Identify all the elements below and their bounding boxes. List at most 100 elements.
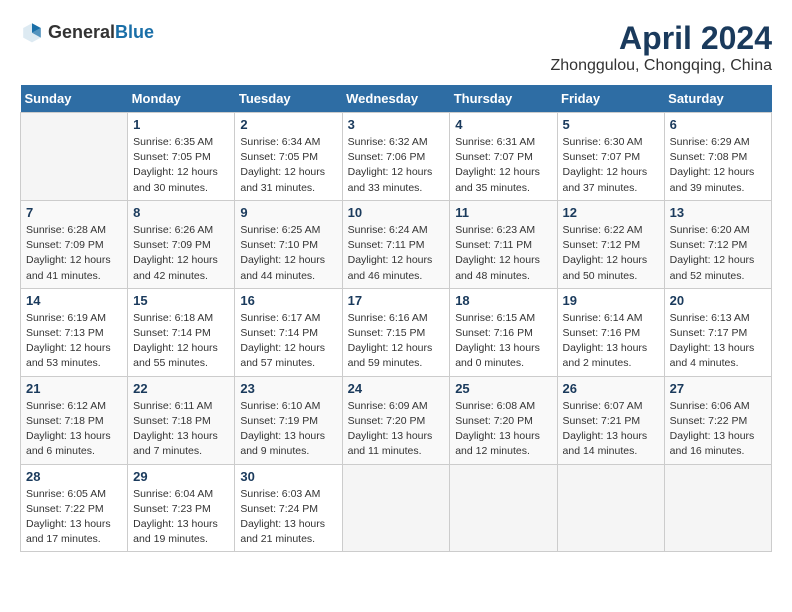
day-number: 9 — [240, 205, 336, 220]
calendar-cell: 11 Sunrise: 6:23 AM Sunset: 7:11 PM Dayli… — [450, 200, 557, 288]
day-number: 10 — [348, 205, 445, 220]
day-info: Sunrise: 6:16 AM Sunset: 7:15 PM Dayligh… — [348, 311, 445, 372]
logo-general: General — [48, 22, 115, 43]
day-info: Sunrise: 6:17 AM Sunset: 7:14 PM Dayligh… — [240, 311, 336, 372]
day-number: 23 — [240, 381, 336, 396]
day-info: Sunrise: 6:29 AM Sunset: 7:08 PM Dayligh… — [670, 135, 766, 196]
calendar-cell — [557, 464, 664, 552]
calendar-cell: 25 Sunrise: 6:08 AM Sunset: 7:20 PM Dayli… — [450, 376, 557, 464]
calendar-cell: 12 Sunrise: 6:22 AM Sunset: 7:12 PM Dayli… — [557, 200, 664, 288]
day-info: Sunrise: 6:22 AM Sunset: 7:12 PM Dayligh… — [563, 223, 659, 284]
day-of-week-header: Monday — [128, 85, 235, 113]
calendar-cell: 27 Sunrise: 6:06 AM Sunset: 7:22 PM Dayli… — [664, 376, 771, 464]
calendar-cell: 8 Sunrise: 6:26 AM Sunset: 7:09 PM Daylig… — [128, 200, 235, 288]
day-number: 25 — [455, 381, 551, 396]
calendar-cell: 17 Sunrise: 6:16 AM Sunset: 7:15 PM Dayli… — [342, 288, 450, 376]
calendar-cell: 4Sunrise: 6:31 AM Sunset: 7:07 PM Daylig… — [450, 113, 557, 201]
calendar-cell: 9 Sunrise: 6:25 AM Sunset: 7:10 PM Daylig… — [235, 200, 342, 288]
day-number: 3 — [348, 117, 445, 132]
day-number: 11 — [455, 205, 551, 220]
calendar-cell — [342, 464, 450, 552]
day-info: Sunrise: 6:34 AM Sunset: 7:05 PM Dayligh… — [240, 135, 336, 196]
header: General Blue April 2024 Zhonggulou, Chon… — [20, 20, 772, 75]
calendar-cell: 24Sunrise: 6:09 AM Sunset: 7:20 PM Dayli… — [342, 376, 450, 464]
day-info: Sunrise: 6:10 AM Sunset: 7:19 PM Dayligh… — [240, 399, 336, 460]
calendar-cell: 18 Sunrise: 6:15 AM Sunset: 7:16 PM Dayli… — [450, 288, 557, 376]
day-of-week-header: Sunday — [21, 85, 128, 113]
day-info: Sunrise: 6:05 AM Sunset: 7:22 PM Dayligh… — [26, 487, 122, 548]
day-info: Sunrise: 6:14 AM Sunset: 7:16 PM Dayligh… — [563, 311, 659, 372]
day-number: 22 — [133, 381, 229, 396]
day-info: Sunrise: 6:13 AM Sunset: 7:17 PM Dayligh… — [670, 311, 766, 372]
day-number: 17 — [348, 293, 445, 308]
logo-text: General Blue — [48, 22, 154, 43]
calendar-cell: 14 Sunrise: 6:19 AM Sunset: 7:13 PM Dayli… — [21, 288, 128, 376]
day-number: 28 — [26, 469, 122, 484]
day-info: Sunrise: 6:06 AM Sunset: 7:22 PM Dayligh… — [670, 399, 766, 460]
calendar-cell: 13 Sunrise: 6:20 AM Sunset: 7:12 PM Dayli… — [664, 200, 771, 288]
day-info: Sunrise: 6:20 AM Sunset: 7:12 PM Dayligh… — [670, 223, 766, 284]
day-number: 27 — [670, 381, 766, 396]
day-number: 15 — [133, 293, 229, 308]
day-info: Sunrise: 6:24 AM Sunset: 7:11 PM Dayligh… — [348, 223, 445, 284]
day-number: 19 — [563, 293, 659, 308]
calendar-cell: 28 Sunrise: 6:05 AM Sunset: 7:22 PM Dayli… — [21, 464, 128, 552]
day-number: 30 — [240, 469, 336, 484]
calendar-cell: 15Sunrise: 6:18 AM Sunset: 7:14 PM Dayli… — [128, 288, 235, 376]
day-info: Sunrise: 6:26 AM Sunset: 7:09 PM Dayligh… — [133, 223, 229, 284]
day-number: 29 — [133, 469, 229, 484]
day-number: 18 — [455, 293, 551, 308]
day-info: Sunrise: 6:28 AM Sunset: 7:09 PM Dayligh… — [26, 223, 122, 284]
calendar-cell: 1 Sunrise: 6:35 AM Sunset: 7:05 PM Daylig… — [128, 113, 235, 201]
calendar-cell — [21, 113, 128, 201]
day-info: Sunrise: 6:35 AM Sunset: 7:05 PM Dayligh… — [133, 135, 229, 196]
logo: General Blue — [20, 20, 154, 44]
day-of-week-header: Saturday — [664, 85, 771, 113]
logo-icon — [20, 20, 44, 44]
calendar-cell: 5Sunrise: 6:30 AM Sunset: 7:07 PM Daylig… — [557, 113, 664, 201]
day-info: Sunrise: 6:08 AM Sunset: 7:20 PM Dayligh… — [455, 399, 551, 460]
main-title: April 2024 — [551, 20, 773, 57]
day-info: Sunrise: 6:30 AM Sunset: 7:07 PM Dayligh… — [563, 135, 659, 196]
day-number: 16 — [240, 293, 336, 308]
day-number: 1 — [133, 117, 229, 132]
day-number: 13 — [670, 205, 766, 220]
calendar-cell: 26Sunrise: 6:07 AM Sunset: 7:21 PM Dayli… — [557, 376, 664, 464]
day-of-week-header: Friday — [557, 85, 664, 113]
day-number: 26 — [563, 381, 659, 396]
subtitle: Zhonggulou, Chongqing, China — [551, 57, 773, 75]
day-info: Sunrise: 6:11 AM Sunset: 7:18 PM Dayligh… — [133, 399, 229, 460]
day-number: 12 — [563, 205, 659, 220]
day-info: Sunrise: 6:19 AM Sunset: 7:13 PM Dayligh… — [26, 311, 122, 372]
calendar-table: SundayMondayTuesdayWednesdayThursdayFrid… — [20, 85, 772, 552]
calendar-week-row: 7 Sunrise: 6:28 AM Sunset: 7:09 PM Daylig… — [21, 200, 772, 288]
calendar-cell: 20 Sunrise: 6:13 AM Sunset: 7:17 PM Dayli… — [664, 288, 771, 376]
day-number: 14 — [26, 293, 122, 308]
day-info: Sunrise: 6:15 AM Sunset: 7:16 PM Dayligh… — [455, 311, 551, 372]
day-number: 20 — [670, 293, 766, 308]
day-of-week-header: Thursday — [450, 85, 557, 113]
day-of-week-header: Wednesday — [342, 85, 450, 113]
logo-blue: Blue — [115, 22, 154, 43]
calendar-cell: 16 Sunrise: 6:17 AM Sunset: 7:14 PM Dayli… — [235, 288, 342, 376]
calendar-week-row: 21Sunrise: 6:12 AM Sunset: 7:18 PM Dayli… — [21, 376, 772, 464]
calendar-week-row: 28 Sunrise: 6:05 AM Sunset: 7:22 PM Dayli… — [21, 464, 772, 552]
calendar-cell: 30Sunrise: 6:03 AM Sunset: 7:24 PM Dayli… — [235, 464, 342, 552]
day-info: Sunrise: 6:25 AM Sunset: 7:10 PM Dayligh… — [240, 223, 336, 284]
day-info: Sunrise: 6:12 AM Sunset: 7:18 PM Dayligh… — [26, 399, 122, 460]
calendar-cell: 21Sunrise: 6:12 AM Sunset: 7:18 PM Dayli… — [21, 376, 128, 464]
calendar-cell: 6Sunrise: 6:29 AM Sunset: 7:08 PM Daylig… — [664, 113, 771, 201]
day-number: 8 — [133, 205, 229, 220]
day-number: 7 — [26, 205, 122, 220]
day-info: Sunrise: 6:23 AM Sunset: 7:11 PM Dayligh… — [455, 223, 551, 284]
calendar-cell: 2Sunrise: 6:34 AM Sunset: 7:05 PM Daylig… — [235, 113, 342, 201]
calendar-cell: 29 Sunrise: 6:04 AM Sunset: 7:23 PM Dayli… — [128, 464, 235, 552]
day-info: Sunrise: 6:04 AM Sunset: 7:23 PM Dayligh… — [133, 487, 229, 548]
calendar-cell: 19 Sunrise: 6:14 AM Sunset: 7:16 PM Dayli… — [557, 288, 664, 376]
day-number: 4 — [455, 117, 551, 132]
calendar-cell — [450, 464, 557, 552]
calendar-week-row: 1 Sunrise: 6:35 AM Sunset: 7:05 PM Daylig… — [21, 113, 772, 201]
title-area: April 2024 Zhonggulou, Chongqing, China — [551, 20, 773, 75]
day-of-week-header: Tuesday — [235, 85, 342, 113]
calendar-cell: 22 Sunrise: 6:11 AM Sunset: 7:18 PM Dayli… — [128, 376, 235, 464]
